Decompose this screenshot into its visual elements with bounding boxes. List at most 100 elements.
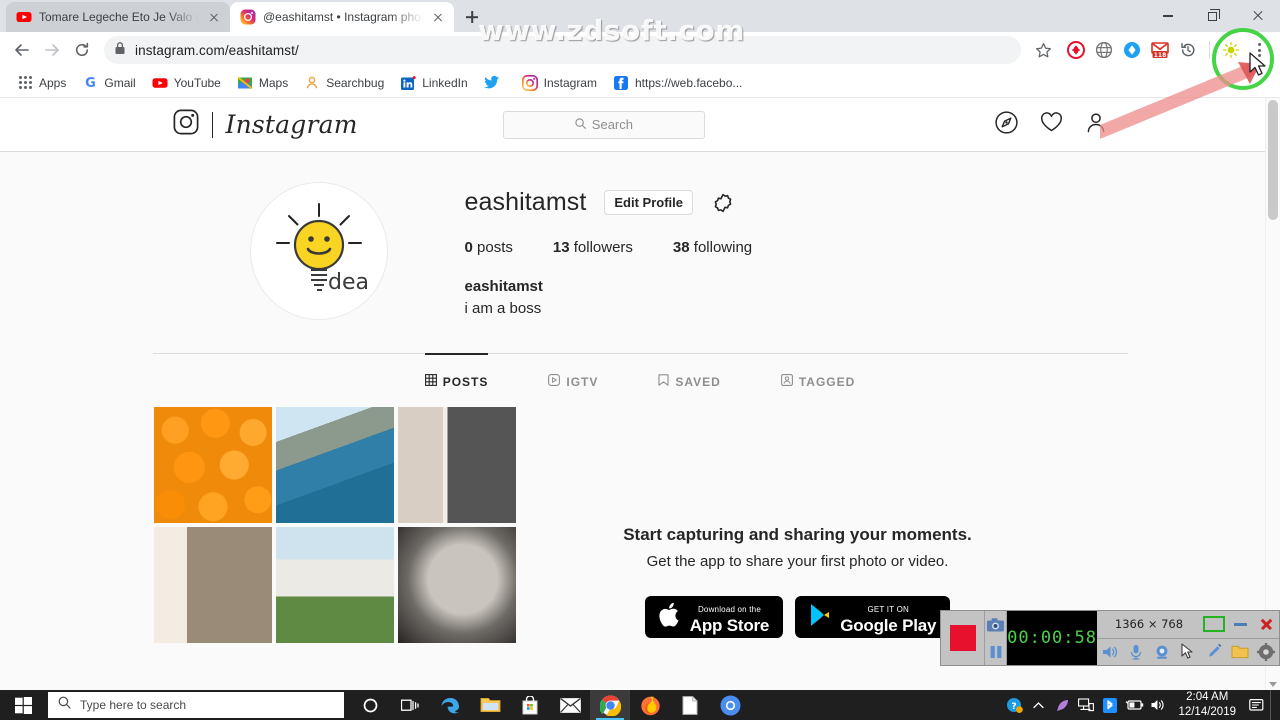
camera-icon bbox=[987, 617, 1005, 631]
scrollbar-thumb[interactable] bbox=[1268, 100, 1278, 220]
volume-icon[interactable] bbox=[1146, 690, 1170, 720]
search-icon bbox=[575, 116, 586, 134]
help-question-icon[interactable]: ? bbox=[1002, 690, 1026, 720]
mail-icon[interactable] bbox=[550, 690, 590, 720]
bookmark-maps[interactable]: Maps bbox=[230, 71, 295, 95]
browser-tab-instagram[interactable]: @eashitamst • Instagram photos bbox=[230, 2, 454, 32]
avatar[interactable]: dea bbox=[249, 182, 388, 320]
empty-state-title: Start capturing and sharing your moments… bbox=[623, 525, 972, 544]
show-desktop-button[interactable] bbox=[1270, 690, 1276, 720]
action-center-icon[interactable] bbox=[1244, 690, 1270, 720]
speaker-icon[interactable] bbox=[1097, 639, 1123, 665]
screenshot-button[interactable] bbox=[985, 611, 1006, 638]
bookmark-twitter[interactable] bbox=[477, 71, 513, 95]
maximize-restore-button[interactable] bbox=[1190, 0, 1235, 32]
photo-thumbnail[interactable] bbox=[275, 527, 394, 643]
google-play-badge[interactable]: GET IT ON Google Play bbox=[795, 596, 951, 638]
activity-heart-icon[interactable] bbox=[1040, 111, 1063, 138]
explore-compass-icon[interactable] bbox=[995, 110, 1019, 139]
bookmark-instagram[interactable]: Instagram bbox=[515, 71, 604, 95]
gear-icon[interactable] bbox=[711, 191, 735, 215]
photo-thumbnail[interactable] bbox=[397, 407, 516, 523]
settings-gear-icon[interactable] bbox=[1253, 639, 1279, 665]
page-scrollbar[interactable] bbox=[1265, 98, 1280, 690]
bookmark-star-icon[interactable] bbox=[1029, 36, 1057, 64]
lightbulb-extension-icon[interactable] bbox=[1218, 37, 1244, 63]
scroll-down-arrow-icon[interactable] bbox=[1269, 682, 1277, 687]
globe-extension-icon[interactable] bbox=[1091, 37, 1117, 63]
instagram-logo[interactable]: Instagram bbox=[173, 109, 358, 140]
minimize-recorder-button[interactable] bbox=[1227, 611, 1253, 637]
history-extension-icon[interactable] bbox=[1175, 37, 1201, 63]
file-explorer-icon[interactable] bbox=[470, 690, 510, 720]
idea-lightbulb-avatar: dea bbox=[275, 203, 368, 295]
cortana-circle-icon[interactable] bbox=[350, 690, 390, 720]
pencil-icon[interactable] bbox=[1201, 639, 1227, 665]
tab-label: IGTV bbox=[566, 374, 599, 389]
folder-icon[interactable] bbox=[1227, 639, 1253, 665]
forward-arrow-icon[interactable] bbox=[38, 36, 66, 64]
firefox-icon[interactable] bbox=[630, 690, 670, 720]
tab-tagged[interactable]: TAGGED bbox=[780, 354, 856, 407]
notepad-icon[interactable] bbox=[670, 690, 710, 720]
igtv-icon bbox=[548, 374, 561, 389]
close-icon[interactable] bbox=[430, 9, 446, 25]
content-area: Start capturing and sharing your moments… bbox=[153, 407, 1128, 643]
photo-thumbnail[interactable] bbox=[153, 407, 272, 523]
tab-posts[interactable]: POSTS bbox=[424, 353, 489, 407]
profile-username: eashitamst bbox=[464, 188, 587, 216]
taskbar-clock[interactable]: 2:04 AM 12/14/2019 bbox=[1170, 690, 1244, 720]
gmail-checker-extension-icon[interactable]: 118 bbox=[1147, 37, 1173, 63]
address-bar[interactable]: instagram.com/eashitamst/ bbox=[104, 36, 1021, 64]
tab-label: TAGGED bbox=[798, 374, 856, 389]
pause-button[interactable] bbox=[985, 638, 1006, 665]
new-tab-button[interactable] bbox=[458, 3, 486, 31]
instagram-wordmark: Instagram bbox=[225, 110, 358, 139]
tab-saved[interactable]: SAVED bbox=[658, 354, 720, 407]
microsoft-store-icon[interactable] bbox=[510, 690, 550, 720]
app-store-badge[interactable]: Download on the App Store bbox=[644, 596, 784, 638]
stat-following[interactable]: 38 following bbox=[673, 239, 752, 256]
bookmark-searchbug[interactable]: Searchbug bbox=[297, 71, 391, 95]
edge-icon[interactable] bbox=[430, 690, 470, 720]
close-recorder-button[interactable] bbox=[1253, 611, 1279, 637]
adblock-extension-icon[interactable] bbox=[1063, 37, 1089, 63]
profile-bio: eashitamst i am a boss bbox=[465, 276, 1108, 320]
webcam-icon[interactable] bbox=[1149, 639, 1175, 665]
bookmark-apps[interactable]: Apps bbox=[10, 71, 73, 95]
microphone-icon[interactable] bbox=[1123, 639, 1149, 665]
bluetooth-icon[interactable] bbox=[1098, 690, 1122, 720]
close-icon[interactable] bbox=[206, 9, 222, 25]
network-icon[interactable] bbox=[1074, 690, 1098, 720]
taskbar-search-input[interactable]: Type here to search bbox=[48, 692, 344, 718]
battery-icon[interactable] bbox=[1122, 690, 1146, 720]
bookmark-gmail[interactable]: G Gmail bbox=[75, 71, 142, 95]
profile-person-icon[interactable] bbox=[1085, 111, 1107, 138]
windows-start-icon[interactable] bbox=[0, 690, 46, 720]
show-hidden-icons-chevron[interactable] bbox=[1026, 690, 1050, 720]
browser-tab-youtube[interactable]: Tomare Legeche Eto Je Valo ( Ne bbox=[6, 2, 230, 32]
photo-thumbnail[interactable] bbox=[397, 527, 516, 643]
profile-section: dea eashitamst Edit Profile 0 posts 13 f… bbox=[153, 152, 1128, 320]
tab-igtv[interactable]: IGTV bbox=[548, 354, 598, 407]
close-window-button[interactable] bbox=[1235, 0, 1280, 32]
search-input[interactable]: Search bbox=[502, 110, 705, 139]
blue-diamond-extension-icon[interactable] bbox=[1119, 37, 1145, 63]
region-select-icon[interactable] bbox=[1201, 611, 1227, 637]
chromium-icon[interactable] bbox=[710, 690, 750, 720]
stat-followers[interactable]: 13 followers bbox=[553, 239, 633, 256]
reload-icon[interactable] bbox=[68, 36, 96, 64]
cursor-icon[interactable] bbox=[1175, 639, 1201, 665]
feather-icon[interactable] bbox=[1050, 690, 1074, 720]
stop-recording-button[interactable] bbox=[941, 611, 986, 665]
photo-thumbnail[interactable] bbox=[275, 407, 394, 523]
bookmark-facebook[interactable]: https://web.facebo... bbox=[606, 71, 749, 95]
bookmark-linkedin[interactable]: LinkedIn bbox=[393, 71, 474, 95]
back-arrow-icon[interactable] bbox=[8, 36, 36, 64]
edit-profile-button[interactable]: Edit Profile bbox=[604, 190, 694, 215]
minimize-button[interactable] bbox=[1145, 0, 1190, 32]
task-view-icon[interactable] bbox=[390, 690, 430, 720]
chrome-icon[interactable] bbox=[590, 690, 630, 720]
bookmark-youtube[interactable]: YouTube bbox=[145, 71, 228, 95]
photo-thumbnail[interactable] bbox=[153, 527, 272, 643]
